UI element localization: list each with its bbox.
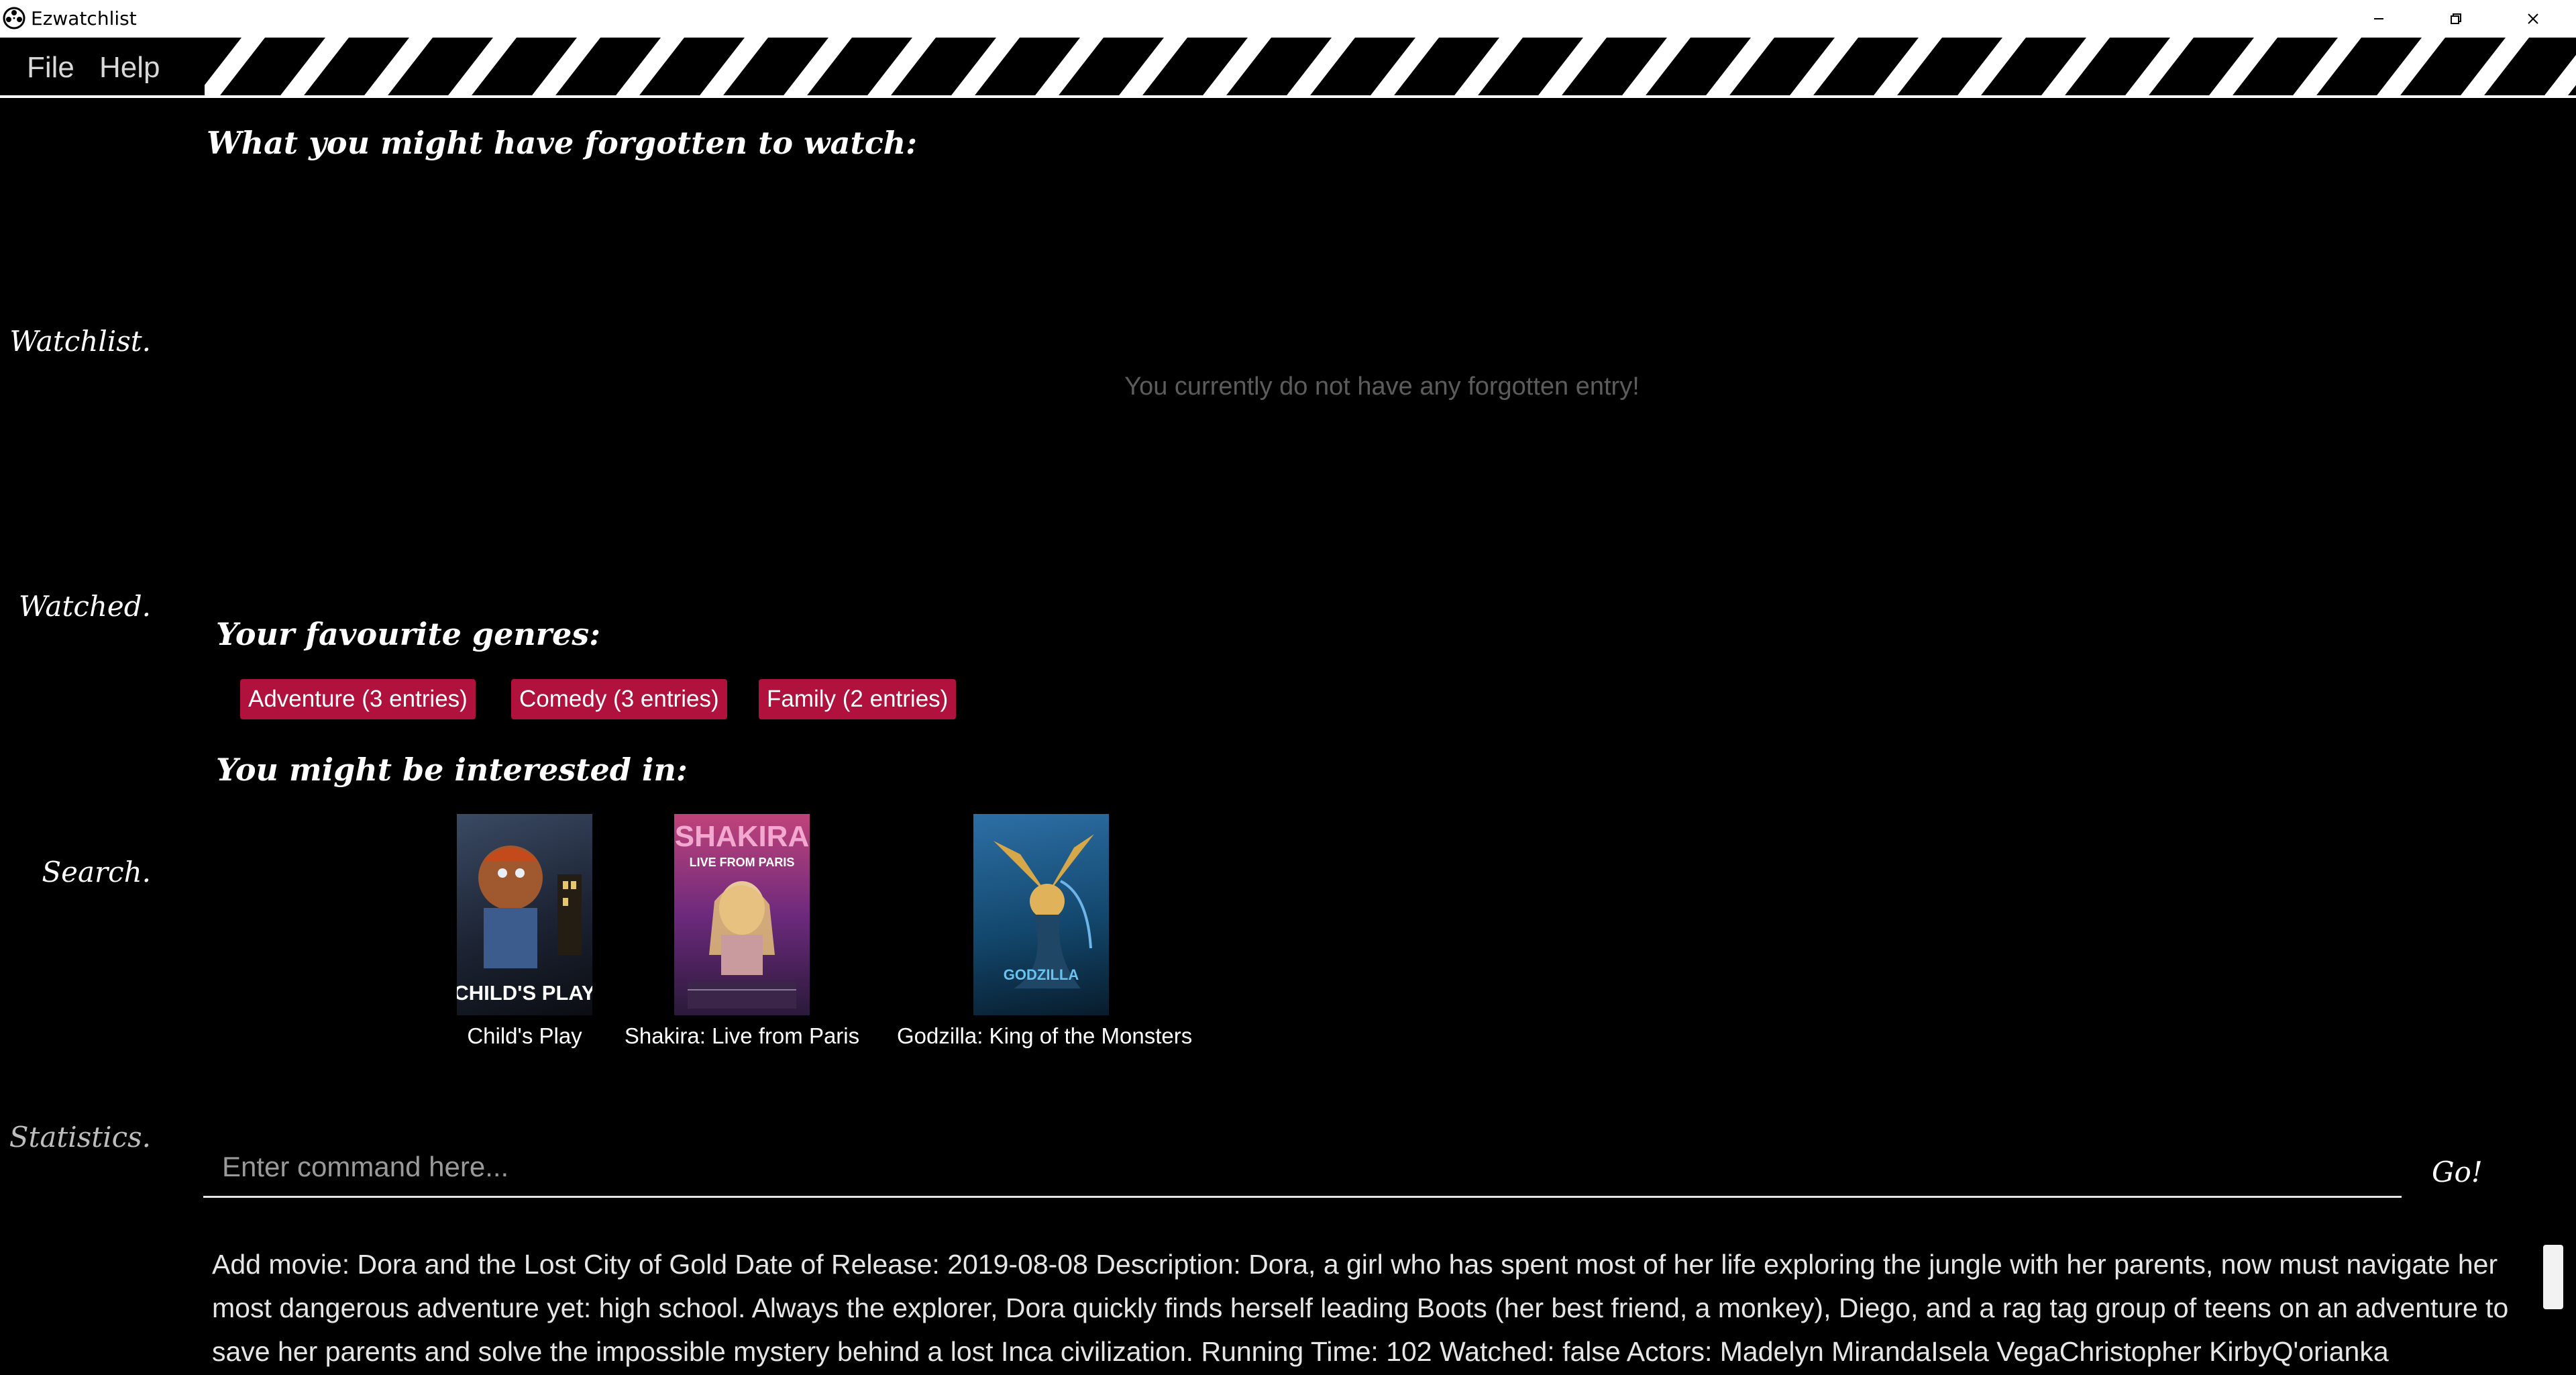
clapperboard-stripes [134,38,2576,98]
poster-image: SHAKIRA LIVE FROM PARIS [674,814,810,1015]
genre-tag-comedy[interactable]: Comedy (3 entries) [511,679,727,719]
poster-title: CHILD'S PLAY [457,981,592,1005]
result-scrollbar[interactable] [2543,1245,2563,1309]
minimize-icon [2374,18,2383,19]
genres-heading: Your favourite genres: [216,616,601,652]
poster-image: GODZILLA [973,814,1109,1015]
minimize-button[interactable] [2341,0,2416,38]
close-icon [2528,13,2538,24]
go-button[interactable]: Go! [2432,1156,2483,1188]
poster-subtitle: LIVE FROM PARIS [690,856,795,869]
poster-title: GODZILLA [1004,966,1079,983]
forgotten-empty-message: You currently do not have any forgotten … [1124,372,1640,401]
recommendation-card[interactable]: GODZILLA Godzilla: King of the Monsters [897,814,1193,1049]
restore-icon [2451,13,2461,24]
title-bar[interactable]: Ezwatchlist [0,0,2576,38]
sidebar-item-search[interactable]: Search. [42,856,151,888]
menu-bar: File Help [0,38,2576,98]
recommendation-card[interactable]: SHAKIRA LIVE FROM PARIS Shakira: Live fr… [598,814,886,1049]
recommendation-title: Shakira: Live from Paris [624,1023,860,1048]
sidebar-item-statistics[interactable]: Statistics. [9,1121,151,1154]
poster-image: CHILD'S PLAY [457,814,592,1015]
poster-art: CHILD'S PLAY [457,846,592,1005]
forgotten-heading: What you might have forgotten to watch: [207,125,918,161]
command-input[interactable] [203,1137,2402,1198]
menu-divider [0,95,2576,98]
recommendation-title: Godzilla: King of the Monsters [897,1023,1193,1048]
genre-tag-family[interactable]: Family (2 entries) [759,679,957,719]
app-window: Ezwatchlist File Help Watchlist. Watched [0,0,2576,1375]
poster-art: SHAKIRA LIVE FROM PARIS [675,820,809,1009]
menu-file[interactable]: File [27,38,74,98]
poster-title: SHAKIRA [675,820,809,853]
interested-heading: You might be interested in: [216,752,688,788]
result-display[interactable]: Add movie: Dora and the Lost City of Gol… [212,1243,2520,1375]
sidebar-item-watchlist[interactable]: Watchlist. [9,325,151,358]
menu-help[interactable]: Help [99,38,160,98]
close-button[interactable] [2496,0,2571,38]
poster-art: GODZILLA [994,834,1094,988]
window-title: Ezwatchlist [31,7,137,30]
restore-button[interactable] [2418,0,2493,38]
sidebar-item-watched[interactable]: Watched. [19,590,151,623]
film-reel-icon [3,7,25,30]
genre-tag-adventure[interactable]: Adventure (3 entries) [240,679,476,719]
